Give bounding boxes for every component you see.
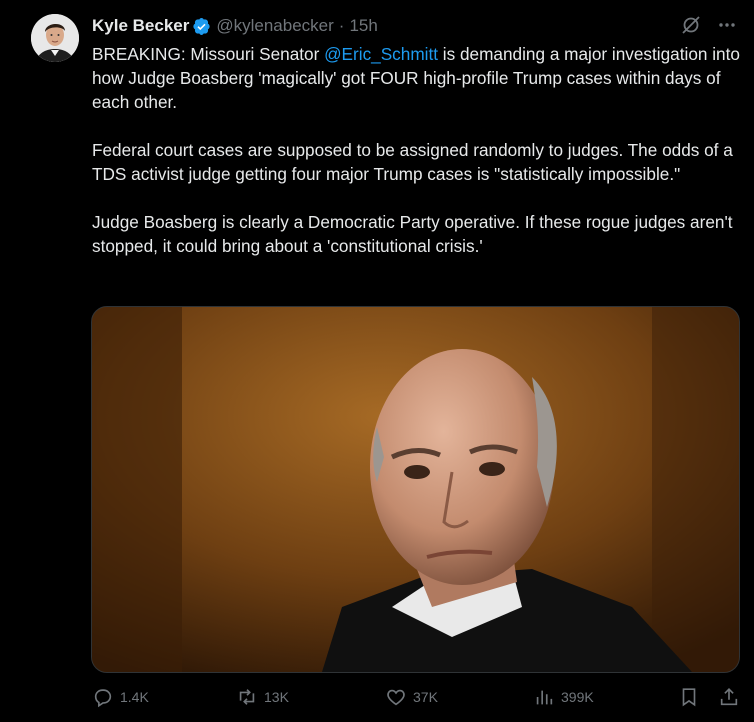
tweet[interactable]: Kyle Becker @kylenabecker · 15h BREAKING… — [0, 0, 754, 722]
more-icon[interactable] — [716, 14, 738, 36]
timestamp[interactable]: 15h — [349, 16, 377, 36]
verified-badge-icon[interactable] — [192, 17, 211, 36]
tweet-paragraph-2: Federal court cases are supposed to be a… — [92, 140, 733, 184]
tweet-header: Kyle Becker @kylenabecker · 15h — [92, 15, 378, 37]
share-button[interactable] — [718, 686, 740, 708]
retweet-count: 13K — [264, 689, 289, 705]
share-icon — [720, 688, 738, 706]
grok-icon[interactable] — [680, 14, 702, 36]
handle[interactable]: @kylenabecker — [216, 16, 333, 36]
separator: · — [338, 16, 345, 35]
tweet-paragraph-1: BREAKING: Missouri Senator @Eric_Schmitt… — [92, 42, 742, 114]
header-icons — [680, 14, 738, 36]
tweet-paragraph-3: Judge Boasberg is clearly a Democratic P… — [92, 212, 733, 256]
retweet-button[interactable]: 13K — [236, 686, 289, 708]
tweet-photo[interactable] — [91, 306, 740, 673]
mention-link[interactable]: @Eric_Schmitt — [324, 44, 438, 64]
avatar[interactable] — [31, 14, 79, 62]
text-segment: BREAKING: Missouri Senator — [92, 44, 325, 64]
tweet-text: BREAKING: Missouri Senator @Eric_Schmitt… — [92, 42, 742, 282]
reply-button[interactable]: 1.4K — [92, 686, 149, 708]
bookmark-icon — [682, 688, 696, 707]
retweet-icon — [239, 689, 255, 705]
views-button[interactable]: 399K — [533, 686, 594, 708]
action-bar: 1.4K 13K 37K 399K — [92, 686, 740, 712]
like-button[interactable]: 37K — [385, 686, 438, 708]
display-name[interactable]: Kyle Becker — [92, 16, 189, 36]
like-icon — [387, 689, 405, 706]
views-count: 399K — [561, 689, 594, 705]
reply-icon — [94, 689, 112, 708]
like-count: 37K — [413, 689, 438, 705]
reply-count: 1.4K — [120, 689, 149, 705]
bookmark-button[interactable] — [678, 686, 700, 708]
views-icon — [536, 690, 553, 705]
